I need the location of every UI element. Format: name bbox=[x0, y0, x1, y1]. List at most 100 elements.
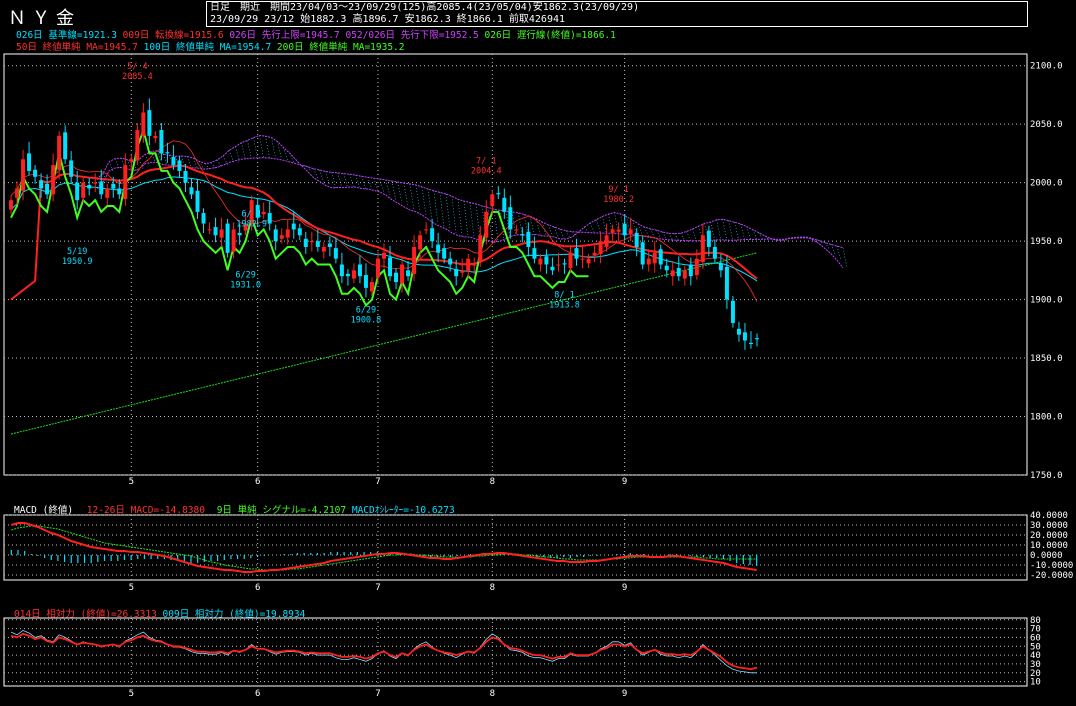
annotation-date: 8/ 1 bbox=[554, 290, 574, 300]
candle-body bbox=[562, 263, 567, 265]
candle-body bbox=[159, 130, 164, 154]
candle-body bbox=[75, 182, 80, 201]
candle-body bbox=[237, 232, 242, 236]
candle-body bbox=[646, 258, 651, 265]
x-tick-label: 8 bbox=[490, 583, 495, 593]
x-tick-label: 6 bbox=[255, 583, 260, 593]
candle-body bbox=[201, 213, 206, 224]
candle-body bbox=[327, 243, 332, 247]
candle-body bbox=[520, 234, 525, 236]
price-tick-label: 2000.0 bbox=[1030, 179, 1063, 189]
candle-body bbox=[111, 183, 116, 189]
candle-body bbox=[207, 229, 212, 231]
candle-body bbox=[484, 211, 489, 238]
macd-tick-label: 0.0000 bbox=[1030, 551, 1063, 561]
candle-body bbox=[321, 246, 326, 252]
candle-body bbox=[568, 252, 573, 269]
candle-body bbox=[412, 246, 417, 274]
candle-body bbox=[436, 244, 441, 253]
macd-tick-label: 30.0000 bbox=[1030, 521, 1068, 531]
candle-body bbox=[351, 270, 356, 279]
candle-body bbox=[460, 270, 465, 273]
candle-body bbox=[580, 258, 585, 260]
candle-body bbox=[297, 228, 302, 236]
candle-body bbox=[63, 132, 68, 160]
annotation-value: 1900.8 bbox=[351, 316, 382, 326]
price-tick-label: 1750.0 bbox=[1030, 471, 1063, 481]
x-tick-label: 8 bbox=[490, 689, 495, 699]
candle-body bbox=[640, 242, 645, 265]
candle-body bbox=[676, 268, 681, 277]
x-tick-label: 9 bbox=[622, 583, 627, 593]
price-tick-label: 1850.0 bbox=[1030, 354, 1063, 364]
candle-body bbox=[117, 188, 122, 195]
candle-body bbox=[712, 246, 717, 259]
candle-body bbox=[9, 200, 14, 210]
candle-body bbox=[33, 169, 38, 177]
candle-body bbox=[315, 241, 320, 247]
candle-body bbox=[652, 252, 657, 264]
candle-body bbox=[147, 110, 152, 136]
candle-body bbox=[357, 264, 362, 277]
candle-body bbox=[706, 230, 711, 247]
ichimoku-tenkan-line bbox=[10, 140, 758, 302]
candle-body bbox=[171, 156, 176, 166]
candle-body bbox=[694, 258, 699, 276]
candle-body bbox=[261, 211, 266, 215]
candle-body bbox=[93, 182, 98, 184]
candle-body bbox=[430, 228, 435, 242]
candle-body bbox=[375, 258, 380, 278]
candle-body bbox=[664, 265, 669, 271]
candle-body bbox=[508, 207, 513, 230]
candle-body bbox=[574, 248, 579, 259]
panel-frame-1 bbox=[3, 514, 1028, 581]
candle-body bbox=[231, 229, 236, 252]
candle-body bbox=[514, 229, 519, 231]
candle-body bbox=[736, 328, 741, 335]
candle-body bbox=[424, 229, 429, 231]
annotation-value: 2085.4 bbox=[122, 72, 153, 82]
candle-body bbox=[682, 270, 687, 279]
candle-body bbox=[213, 227, 218, 236]
annotation-date: 7/ 1 bbox=[476, 156, 496, 166]
candle-body bbox=[369, 282, 374, 292]
annotation-date: 9/ 1 bbox=[608, 185, 628, 195]
candle-body bbox=[448, 258, 453, 265]
candle-body bbox=[105, 188, 110, 198]
x-tick-label: 7 bbox=[375, 583, 380, 593]
annotation-value: 1931.0 bbox=[230, 280, 261, 290]
annotation-value: 1982.9 bbox=[236, 220, 267, 230]
candle-body bbox=[478, 235, 483, 263]
candle-body bbox=[544, 256, 549, 265]
candle-body bbox=[688, 264, 693, 277]
candle-body bbox=[279, 235, 284, 239]
macd-tick-label: 10.0000 bbox=[1030, 541, 1068, 551]
annotation-date: 5/ 4 bbox=[127, 62, 147, 72]
rsi-tick-label: 10 bbox=[1030, 678, 1041, 688]
candle-body bbox=[303, 238, 308, 247]
price-tick-label: 1950.0 bbox=[1030, 237, 1063, 247]
annotation-date: 6/ 1 bbox=[241, 210, 261, 220]
x-tick-label: 9 bbox=[622, 477, 627, 487]
x-tick-label: 6 bbox=[255, 689, 260, 699]
chart-canvas: 2100.0 2050.0 2000.0 1950.0 1900.0 1850.0 1800… bbox=[3, 53, 1073, 699]
candle-body bbox=[592, 252, 597, 256]
candle-body bbox=[225, 223, 230, 253]
candle-body bbox=[730, 300, 735, 323]
candle-body bbox=[333, 248, 338, 259]
candle-body bbox=[610, 229, 615, 233]
candle-body bbox=[183, 170, 188, 183]
candle-body bbox=[363, 275, 368, 288]
x-tick-label: 8 bbox=[490, 477, 495, 487]
x-tick-label: 7 bbox=[375, 477, 380, 487]
candle-body bbox=[466, 258, 471, 272]
x-tick-label: 9 bbox=[622, 689, 627, 699]
candle-body bbox=[754, 338, 759, 340]
candle-body bbox=[616, 229, 621, 232]
candle-body bbox=[748, 342, 753, 345]
candle-body bbox=[345, 273, 350, 277]
candle-body bbox=[442, 248, 447, 259]
candle-body bbox=[658, 249, 663, 265]
candle-body bbox=[291, 223, 296, 230]
candle-body bbox=[177, 160, 182, 171]
